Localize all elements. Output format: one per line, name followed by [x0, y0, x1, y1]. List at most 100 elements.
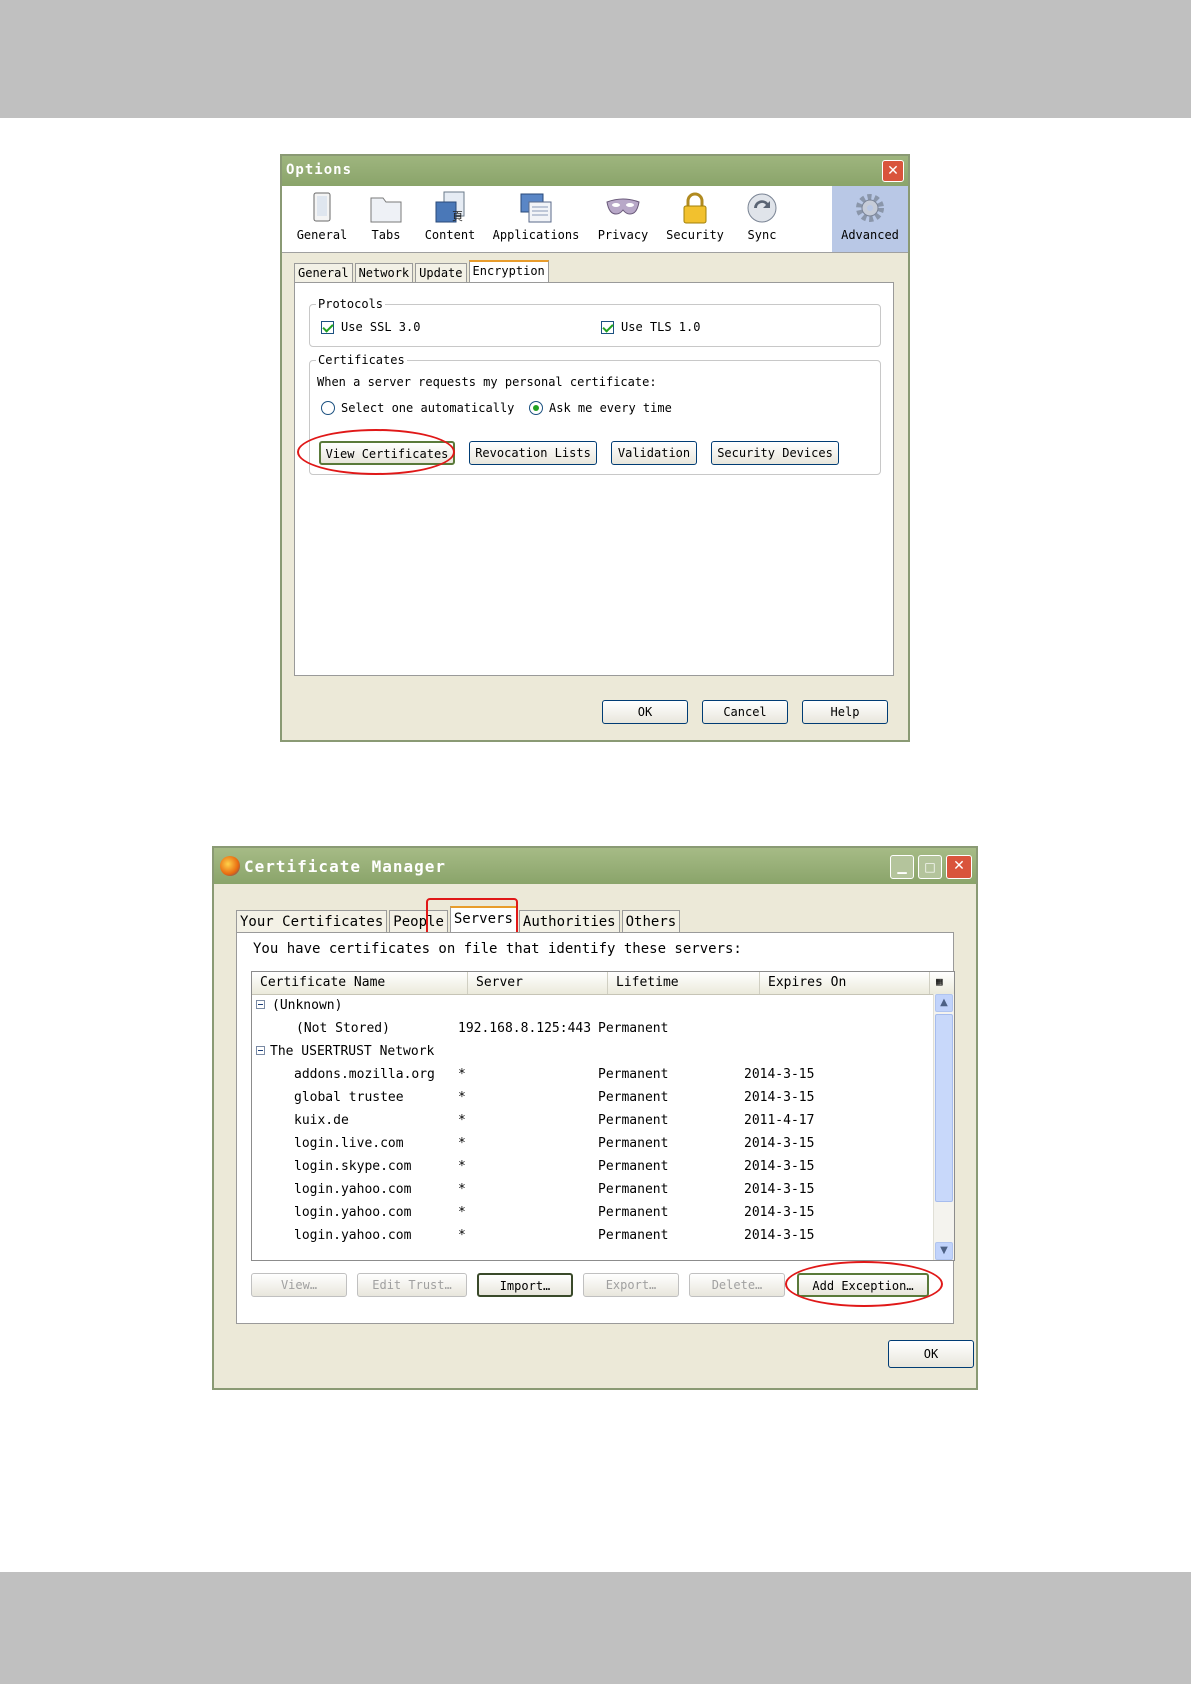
cell-expires: 2014-3-15	[744, 1067, 815, 1082]
cell-server: *	[458, 1205, 466, 1220]
radio-ask-label: Ask me every time	[549, 401, 672, 415]
options-titlebar[interactable]: Options ✕	[282, 156, 908, 186]
security-devices-button[interactable]: Security Devices	[711, 441, 839, 465]
cell-server: 192.168.8.125:443	[458, 1021, 592, 1036]
table-row[interactable]: login.skype.com * Permanent 2014-3-15	[252, 1155, 932, 1178]
servers-intro: You have certificates on file that ident…	[253, 941, 742, 957]
close-icon[interactable]: ✕	[882, 160, 904, 182]
tree-header: Certificate Name Server Lifetime Expires…	[252, 972, 954, 995]
import-button[interactable]: Import…	[477, 1273, 573, 1297]
tls-checkbox[interactable]	[601, 321, 614, 334]
cm-titlebar[interactable]: Certificate Manager ▁ □ ✕	[214, 848, 976, 884]
subtab-update[interactable]: Update	[415, 263, 467, 283]
ok-button[interactable]: OK	[602, 700, 688, 724]
validation-button[interactable]: Validation	[611, 441, 697, 465]
subtab-network[interactable]: Network	[354, 263, 414, 283]
top-gray-band	[0, 0, 1191, 118]
firefox-icon	[220, 856, 240, 876]
toolbar-general[interactable]: General	[290, 186, 354, 252]
encryption-panel: Protocols Use SSL 3.0 Use TLS 1.0 Certif…	[294, 282, 894, 676]
options-toolbar: General Tabs 頁 Content Applications Priv…	[282, 186, 908, 253]
cell-server: *	[458, 1228, 466, 1243]
content-icon: 頁	[432, 190, 468, 226]
toolbar-label: Applications	[492, 228, 580, 242]
radio-ask-every-time[interactable]	[529, 401, 543, 415]
view-button[interactable]: View…	[251, 1273, 347, 1297]
ssl-checkbox[interactable]	[321, 321, 334, 334]
collapse-icon[interactable]	[256, 1000, 265, 1009]
help-button[interactable]: Help	[802, 700, 888, 724]
delete-button[interactable]: Delete…	[689, 1273, 785, 1297]
toolbar-tabs[interactable]: Tabs	[358, 186, 414, 252]
col-expires-on[interactable]: Expires On	[760, 972, 930, 994]
certificates-legend: Certificates	[318, 353, 405, 367]
gear-icon	[852, 190, 888, 226]
cell-name: login.yahoo.com	[294, 1228, 412, 1243]
cell-server: *	[458, 1113, 466, 1128]
tree-group[interactable]: The USERTRUST Network	[252, 1040, 932, 1063]
table-row[interactable]: kuix.de * Permanent 2011-4-17	[252, 1109, 932, 1132]
cell-name: login.yahoo.com	[294, 1205, 412, 1220]
revocation-lists-button[interactable]: Revocation Lists	[469, 441, 597, 465]
cancel-button[interactable]: Cancel	[702, 700, 788, 724]
toolbar-label: Content	[424, 228, 476, 242]
toolbar-label: Sync	[747, 228, 777, 242]
table-row[interactable]: global trustee * Permanent 2014-3-15	[252, 1086, 932, 1109]
cell-name: global trustee	[294, 1090, 404, 1105]
cell-name: (Not Stored)	[296, 1021, 390, 1036]
table-row[interactable]: login.yahoo.com * Permanent 2014-3-15	[252, 1201, 932, 1224]
ok-button[interactable]: OK	[888, 1340, 974, 1368]
export-button[interactable]: Export…	[583, 1273, 679, 1297]
scroll-down-icon[interactable]: ▼	[935, 1242, 953, 1260]
cell-name: addons.mozilla.org	[294, 1067, 435, 1082]
toolbar-security[interactable]: Security	[660, 186, 730, 252]
toolbar-label: General	[296, 228, 348, 242]
table-row[interactable]: addons.mozilla.org * Permanent 2014-3-15	[252, 1063, 932, 1086]
maximize-icon[interactable]: □	[918, 855, 942, 879]
cell-name: login.live.com	[294, 1136, 404, 1151]
collapse-icon[interactable]	[256, 1046, 265, 1055]
col-server[interactable]: Server	[468, 972, 608, 994]
col-lifetime[interactable]: Lifetime	[608, 972, 760, 994]
server-cert-tree[interactable]: Certificate Name Server Lifetime Expires…	[251, 971, 955, 1261]
cell-lifetime: Permanent	[598, 1113, 669, 1128]
options-subtabs: General Network Update Encryption	[294, 260, 551, 283]
tree-scrollbar[interactable]: ▲ ▼	[933, 994, 954, 1260]
cm-title: Certificate Manager	[244, 857, 447, 876]
toolbar-content[interactable]: 頁 Content	[418, 186, 482, 252]
cell-server: *	[458, 1159, 466, 1174]
tree-group[interactable]: (Unknown)	[252, 994, 932, 1017]
padlock-icon	[677, 190, 713, 226]
tab-others[interactable]: Others	[621, 910, 681, 934]
close-icon[interactable]: ✕	[946, 855, 972, 879]
toolbar-label: Security	[666, 228, 724, 242]
radio-select-automatically[interactable]	[321, 401, 335, 415]
subtab-encryption[interactable]: Encryption	[468, 260, 549, 283]
toolbar-applications[interactable]: Applications	[486, 186, 586, 252]
cell-server: *	[458, 1182, 466, 1197]
scroll-thumb[interactable]	[935, 1014, 953, 1202]
table-row[interactable]: login.yahoo.com * Permanent 2014-3-15	[252, 1224, 932, 1247]
edit-trust-button[interactable]: Edit Trust…	[357, 1273, 467, 1297]
minimize-icon[interactable]: ▁	[890, 855, 914, 879]
toolbar-advanced[interactable]: Advanced	[832, 186, 908, 252]
cell-lifetime: Permanent	[598, 1067, 669, 1082]
subtab-general[interactable]: General	[294, 263, 353, 283]
highlight-oval	[785, 1261, 943, 1307]
toolbar-sync[interactable]: Sync	[734, 186, 790, 252]
radio-auto-label: Select one automatically	[341, 401, 515, 415]
tab-authorities[interactable]: Authorities	[518, 910, 620, 934]
tab-your-certificates[interactable]: Your Certificates	[236, 910, 388, 934]
column-picker-icon[interactable]: ▦	[936, 976, 950, 988]
col-certificate-name[interactable]: Certificate Name	[252, 972, 468, 994]
toolbar-privacy[interactable]: Privacy	[590, 186, 656, 252]
table-row[interactable]: (Not Stored) 192.168.8.125:443 Permanent	[252, 1017, 932, 1040]
cell-name: kuix.de	[294, 1113, 349, 1128]
table-row[interactable]: login.yahoo.com * Permanent 2014-3-15	[252, 1178, 932, 1201]
scroll-up-icon[interactable]: ▲	[935, 994, 953, 1012]
sync-icon	[744, 190, 780, 226]
options-dialog: Options ✕ General Tabs 頁 Content Applica…	[280, 154, 910, 742]
table-row[interactable]: login.live.com * Permanent 2014-3-15	[252, 1132, 932, 1155]
certificate-manager-window: Certificate Manager ▁ □ ✕ Your Certifica…	[212, 846, 978, 1390]
cell-lifetime: Permanent	[598, 1090, 669, 1105]
